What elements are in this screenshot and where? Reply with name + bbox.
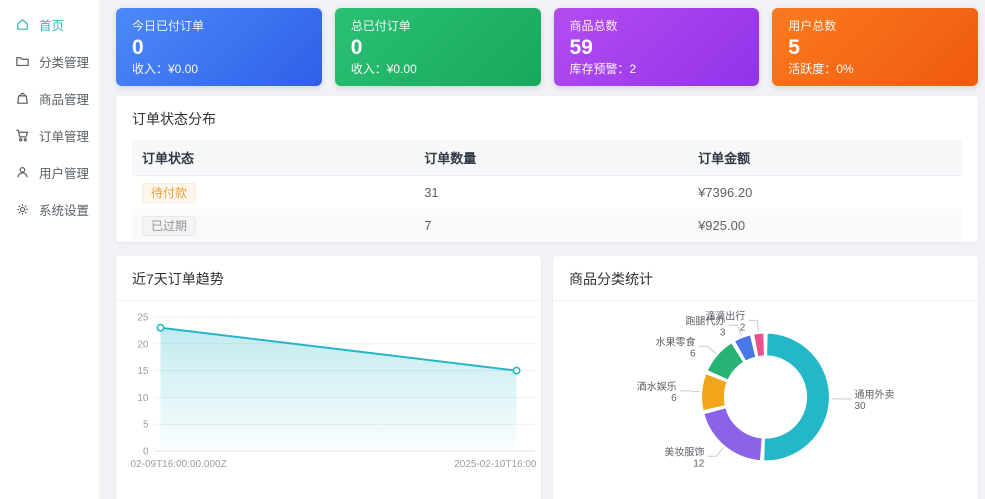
line-chart-svg: 0 5 10 15 20 25 02-09T16:00:00.000Z 2025-02-10T… <box>131 313 537 471</box>
sidebar-item-label: 分类管理 <box>39 56 90 70</box>
folder-icon <box>15 54 30 69</box>
stat-card-title: 总已付订单 <box>350 19 411 33</box>
sidebar-item-users[interactable]: 用户管理 <box>0 154 99 191</box>
panel-title: 商品分类统计 <box>553 256 978 301</box>
status-badge: 待付款 <box>142 182 197 203</box>
svg-text:5: 5 <box>143 420 149 431</box>
svg-text:10: 10 <box>137 393 149 404</box>
sidebar-item-label: 首页 <box>39 19 65 33</box>
order-status-table: 订单状态 订单数量 订单金额 待付款 31 ¥7396.20 已过期 7 ¥92… <box>132 140 962 242</box>
column-header: 订单状态 <box>142 151 195 166</box>
doughnut-chart-svg: 通用外卖30美妆服饰12酒水娱乐6水果零食6跑腿代办3滴滴出行2 <box>637 309 895 469</box>
app-root: 首页 分类管理 商品管理 订单管理 用户管理 系统设置 今日已付订单 0 收入：… <box>0 0 985 499</box>
line-chart: 0 5 10 15 20 25 02-09T16:00:00.000Z 2025-02-10T… <box>116 301 541 499</box>
stat-card-footer: 收入：¥0.00 <box>132 62 199 76</box>
sidebar-item-home[interactable]: 首页 <box>0 6 99 43</box>
svg-text:25: 25 <box>137 313 149 324</box>
stat-card-total-paid-orders: 总已付订单 0 收入：¥0.00 <box>334 8 541 86</box>
svg-text:水果零食: 水果零食 <box>656 335 696 348</box>
order-status-panel: 订单状态分布 订单状态 订单数量 订单金额 待付款 31 ¥7396.20 已过… <box>116 96 978 242</box>
category-stats-panel: 商品分类统计 通用外卖 30 美妆服饰 12 酒水娱乐 6 水果零食 6 跑腿代办 3 滴滴出行 2 <box>553 256 978 499</box>
sidebar-item-label: 系统设置 <box>39 204 90 218</box>
svg-text:2025-02-10T16:00: 2025-02-10T16:00 <box>454 459 537 470</box>
svg-text:通用外卖: 通用外卖 <box>854 389 894 401</box>
table-body: 待付款 31 ¥7396.20 已过期 7 ¥925.00 <box>132 176 962 242</box>
shopping-bag-icon <box>15 91 30 106</box>
sidebar-item-products[interactable]: 商品管理 <box>0 80 99 117</box>
table-header-row: 订单状态 订单数量 订单金额 <box>132 140 962 176</box>
table-row: 待付款 31 ¥7396.20 <box>132 176 962 209</box>
svg-text:0: 0 <box>143 447 149 458</box>
stat-card-footer: 活跃度：0% <box>788 62 854 76</box>
sidebar-item-label: 订单管理 <box>39 130 90 144</box>
stat-card-user-total: 用户总数 5 活跃度：0% <box>772 8 978 86</box>
table-row: 已过期 7 ¥925.00 <box>132 209 962 242</box>
column-header: 订单数量 <box>424 151 477 166</box>
svg-text:02-09T16:00:00.000Z: 02-09T16:00:00.000Z <box>131 459 227 470</box>
order-amount: ¥925.00 <box>698 218 746 233</box>
stat-card-value: 59 <box>569 35 593 59</box>
stat-card-value: 5 <box>788 35 800 59</box>
sidebar-item-orders[interactable]: 订单管理 <box>0 117 99 154</box>
svg-text:30: 30 <box>854 401 866 412</box>
stat-card-value: 0 <box>132 35 144 59</box>
stat-card-title: 用户总数 <box>788 19 837 33</box>
order-count: 31 <box>424 185 439 200</box>
panel-title: 订单状态分布 <box>132 111 216 127</box>
order-count: 7 <box>424 218 432 233</box>
sidebar-item-categories[interactable]: 分类管理 <box>0 43 99 80</box>
order-amount: ¥7396.20 <box>698 185 753 200</box>
bottom-charts: 近7天订单趋势 0 5 10 15 20 25 02-09T16:00:00.000Z 202… <box>116 256 978 499</box>
svg-text:20: 20 <box>137 339 149 350</box>
sidebar-item-label: 商品管理 <box>39 93 90 107</box>
sidebar: 首页 分类管理 商品管理 订单管理 用户管理 系统设置 <box>0 0 100 499</box>
stat-card-value: 0 <box>350 35 363 59</box>
svg-text:6: 6 <box>671 393 677 404</box>
stat-card-product-total: 商品总数 59 库存预警：2 <box>553 8 760 86</box>
stat-card-title: 商品总数 <box>569 19 618 33</box>
doughnut-chart: 通用外卖 30 美妆服饰 12 酒水娱乐 6 水果零食 6 跑腿代办 3 滴滴出行 2 <box>553 301 978 499</box>
sidebar-item-settings[interactable]: 系统设置 <box>0 191 99 228</box>
svg-text:酒水娱乐: 酒水娱乐 <box>637 380 677 393</box>
main-content: 今日已付订单 0 收入：¥0.00 总已付订单 0 收入：¥0.00 商品总数 … <box>100 0 985 499</box>
panel-title: 近7天订单趋势 <box>116 256 541 301</box>
status-badge: 已过期 <box>142 215 197 236</box>
svg-text:15: 15 <box>137 366 149 377</box>
stat-card-footer: 收入：¥0.00 <box>350 62 417 76</box>
svg-text:滴滴出行: 滴滴出行 <box>705 309 745 322</box>
svg-text:美妆服饰: 美妆服饰 <box>664 445 704 458</box>
stat-card-title: 今日已付订单 <box>132 19 205 33</box>
sidebar-item-label: 用户管理 <box>39 167 90 181</box>
cart-icon <box>15 128 30 143</box>
stat-card-today-paid-orders: 今日已付订单 0 收入：¥0.00 <box>116 8 322 86</box>
user-icon <box>15 165 30 180</box>
svg-text:2: 2 <box>740 322 746 333</box>
stat-card-footer: 库存预警：2 <box>569 62 637 76</box>
order-trend-panel: 近7天订单趋势 0 5 10 15 20 25 02-09T16:00:00.000Z 202… <box>116 256 541 499</box>
svg-text:12: 12 <box>693 458 705 469</box>
stat-cards: 今日已付订单 0 收入：¥0.00 总已付订单 0 收入：¥0.00 商品总数 … <box>116 8 978 86</box>
svg-text:3: 3 <box>720 327 726 338</box>
home-icon <box>15 17 30 32</box>
svg-text:6: 6 <box>690 348 696 359</box>
column-header: 订单金额 <box>698 151 751 166</box>
gear-icon <box>15 202 30 217</box>
